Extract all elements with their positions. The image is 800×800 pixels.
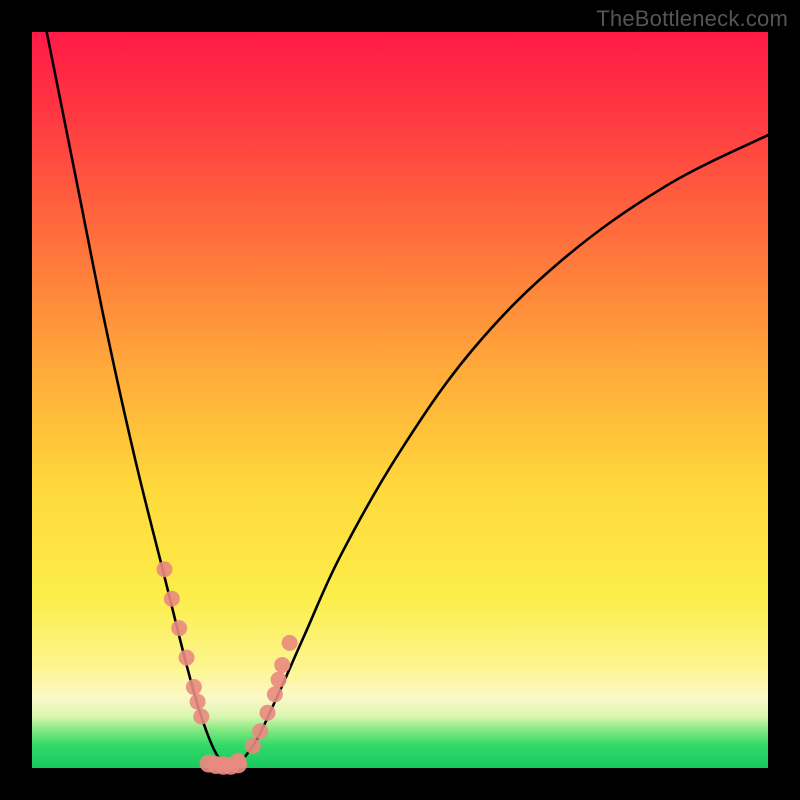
sample-dot — [271, 672, 287, 688]
curve-svg — [32, 32, 768, 768]
plot-area — [32, 32, 768, 768]
sample-dot — [171, 620, 187, 636]
sample-dot — [193, 708, 209, 724]
sample-dot — [267, 686, 283, 702]
sample-dot — [252, 723, 268, 739]
sample-dot — [260, 705, 276, 721]
sample-dot — [186, 679, 202, 695]
sample-dot — [245, 738, 261, 754]
bottleneck-curve — [47, 32, 768, 768]
watermark-text: TheBottleneck.com — [596, 6, 788, 32]
sample-dot — [190, 694, 206, 710]
sample-dot — [274, 657, 290, 673]
sample-dot — [282, 635, 298, 651]
sample-dot — [179, 650, 195, 666]
sample-dot — [156, 561, 172, 577]
sample-dots — [156, 561, 297, 772]
sample-dot — [164, 591, 180, 607]
chart-frame: TheBottleneck.com — [0, 0, 800, 800]
sample-dot — [230, 753, 246, 769]
sample-dot — [215, 756, 231, 772]
